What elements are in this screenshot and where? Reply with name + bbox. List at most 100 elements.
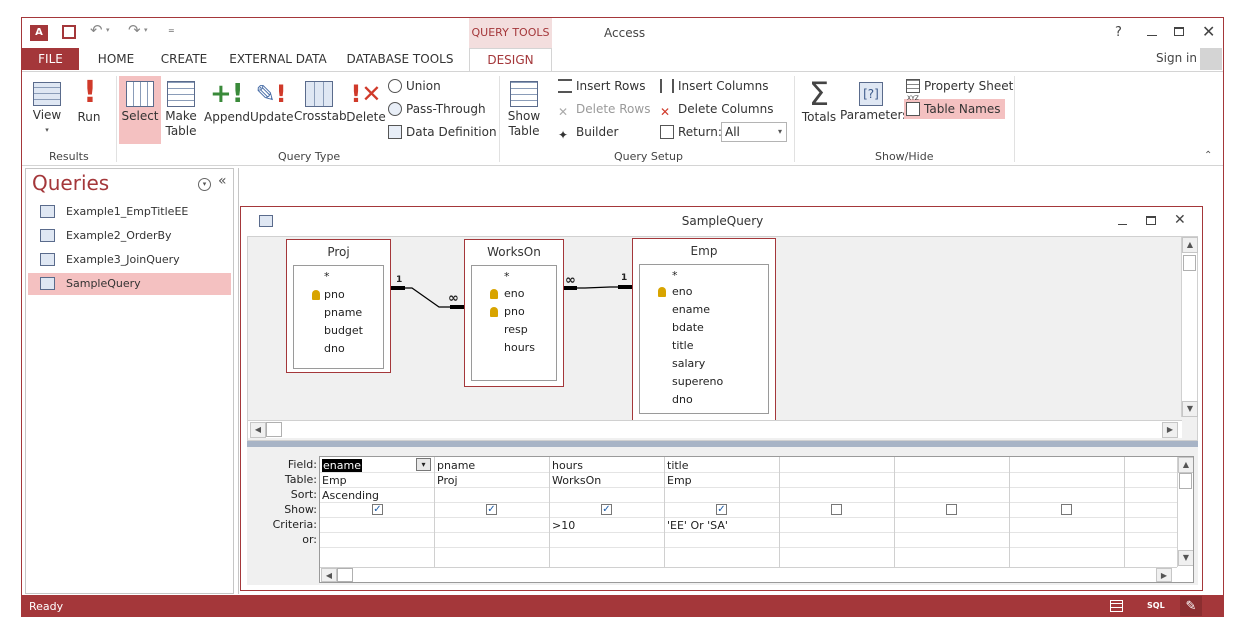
table-cell[interactable]: Emp (322, 474, 347, 487)
field-item[interactable]: budget (324, 324, 363, 337)
show-table-button[interactable]: Show Table (506, 76, 542, 139)
query-close-button[interactable]: ✕ (1174, 212, 1186, 228)
nav-item-example2[interactable]: Example2_OrderBy (28, 225, 231, 247)
show-checkbox[interactable]: ✓ (601, 504, 612, 515)
field-item[interactable]: title (672, 339, 694, 352)
return-select[interactable]: All ▾ (721, 122, 787, 142)
table-workson[interactable]: WorksOn * eno pno resp hours (464, 239, 564, 387)
criteria-cell[interactable]: 'EE' Or 'SA' (667, 519, 728, 532)
nav-item-example3[interactable]: Example3_JoinQuery (28, 249, 231, 271)
help-button[interactable]: ? (1115, 25, 1122, 40)
datasheet-view-button[interactable] (1110, 600, 1123, 612)
delete-rows-button[interactable]: ✕ Delete Rows (558, 99, 650, 119)
customize-toolbar-icon[interactable]: = (168, 26, 175, 35)
scroll-thumb[interactable] (266, 422, 282, 437)
redo-dropdown-icon[interactable]: ▾ (144, 26, 148, 34)
delete-columns-button[interactable]: ✕ Delete Columns (660, 99, 773, 119)
make-table-button[interactable]: Make Table (164, 76, 198, 139)
select-button[interactable]: Select (119, 76, 161, 144)
view-button[interactable]: View ▾ (30, 76, 64, 138)
union-button[interactable]: Union (388, 76, 441, 96)
sign-in-link[interactable]: Sign in (1156, 51, 1197, 65)
scroll-left-button[interactable]: ◀ (250, 422, 266, 438)
totals-button[interactable]: Σ Totals (800, 76, 838, 125)
field-cell[interactable]: hours (552, 459, 583, 472)
field-cell[interactable]: title (667, 459, 689, 472)
design-view-button[interactable]: ✎ (1180, 596, 1202, 616)
scroll-right-button[interactable]: ▶ (1162, 422, 1178, 438)
show-checkbox[interactable] (1061, 504, 1072, 515)
sort-cell[interactable]: Ascending (322, 489, 379, 502)
scroll-up-button[interactable]: ▲ (1178, 457, 1193, 473)
scroll-thumb[interactable] (337, 568, 353, 582)
field-item[interactable]: hours (504, 341, 535, 354)
scroll-right-button[interactable]: ▶ (1156, 568, 1172, 582)
nav-menu-icon[interactable]: ▾ (198, 178, 211, 191)
table-cell[interactable]: Emp (667, 474, 692, 487)
tab-database-tools[interactable]: DATABASE TOOLS (346, 48, 454, 70)
field-item[interactable]: dno (324, 342, 345, 355)
field-item[interactable]: pno (324, 288, 345, 301)
collapse-nav-icon[interactable]: « (218, 173, 227, 189)
field-dropdown-button[interactable]: ▾ (416, 458, 431, 471)
query-minimize-button[interactable] (1118, 224, 1127, 225)
field-item[interactable]: supereno (672, 375, 723, 388)
show-checkbox[interactable] (831, 504, 842, 515)
tab-create[interactable]: CREATE (156, 48, 212, 70)
minimize-button[interactable] (1147, 35, 1157, 36)
field-cell[interactable]: pname (437, 459, 475, 472)
nav-item-example1[interactable]: Example1_EmpTitleEE (28, 201, 231, 223)
close-button[interactable]: ✕ (1202, 22, 1215, 41)
crosstab-button[interactable]: Crosstab (294, 76, 347, 124)
field-input-selected[interactable]: ename ▾ (322, 458, 432, 472)
insert-columns-button[interactable]: Insert Columns (660, 76, 768, 96)
delete-query-button[interactable]: !✕ Delete (346, 76, 386, 125)
save-icon[interactable] (62, 25, 76, 39)
field-item[interactable]: salary (672, 357, 705, 370)
property-sheet-button[interactable]: Property Sheet (906, 76, 1013, 96)
maximize-button[interactable] (1174, 27, 1184, 36)
tab-external-data[interactable]: EXTERNAL DATA (226, 48, 330, 70)
sql-view-button[interactable]: SQL (1147, 601, 1165, 610)
field-item[interactable]: resp (504, 323, 528, 336)
scroll-left-button[interactable]: ◀ (321, 568, 337, 582)
table-pane-hscrollbar[interactable]: ◀ ▶ (248, 420, 1182, 438)
field-item[interactable]: eno (504, 287, 524, 300)
scroll-thumb[interactable] (1179, 473, 1192, 489)
insert-rows-button[interactable]: Insert Rows (558, 76, 645, 96)
table-cell[interactable]: WorksOn (552, 474, 601, 487)
nav-item-samplequery[interactable]: SampleQuery (28, 273, 231, 295)
query-maximize-button[interactable] (1146, 216, 1156, 225)
show-checkbox[interactable]: ✓ (486, 504, 497, 515)
pass-through-button[interactable]: Pass-Through (388, 99, 486, 119)
table-emp[interactable]: Emp * eno ename bdate title salary super… (632, 238, 776, 423)
field-item[interactable]: bdate (672, 321, 704, 334)
undo-dropdown-icon[interactable]: ▾ (106, 26, 110, 34)
field-item[interactable]: dno (672, 393, 693, 406)
tab-file[interactable]: FILE (22, 48, 79, 70)
grid-hscrollbar[interactable]: ◀ ▶ (320, 567, 1177, 582)
field-item[interactable]: eno (672, 285, 692, 298)
criteria-cell[interactable]: >10 (552, 519, 575, 532)
table-names-button[interactable]: XYZ Table Names (904, 95, 1005, 119)
run-button[interactable]: ! Run (74, 76, 104, 125)
builder-button[interactable]: ✦ Builder (558, 122, 618, 142)
tab-home[interactable]: HOME (92, 48, 140, 70)
data-definition-button[interactable]: Data Definition (388, 122, 497, 142)
scroll-thumb[interactable] (1183, 255, 1196, 271)
field-item[interactable]: pno (504, 305, 525, 318)
collapse-ribbon-icon[interactable]: ⌃ (1204, 150, 1212, 161)
table-proj[interactable]: Proj * pno pname budget dno (286, 239, 391, 373)
show-checkbox[interactable]: ✓ (716, 504, 727, 515)
scroll-down-button[interactable]: ▼ (1182, 401, 1198, 417)
field-item[interactable]: * (672, 269, 678, 282)
show-checkbox[interactable]: ✓ (372, 504, 383, 515)
field-item[interactable]: ename (672, 303, 710, 316)
scroll-up-button[interactable]: ▲ (1182, 237, 1198, 253)
grid-vscrollbar[interactable]: ▲ ▼ (1177, 457, 1193, 567)
table-cell[interactable]: Proj (437, 474, 458, 487)
tab-design[interactable]: DESIGN (469, 48, 552, 72)
redo-icon[interactable]: ↷ (128, 21, 141, 39)
table-pane-vscrollbar[interactable]: ▲ ▼ (1181, 237, 1198, 417)
undo-icon[interactable]: ↶ (90, 21, 103, 39)
